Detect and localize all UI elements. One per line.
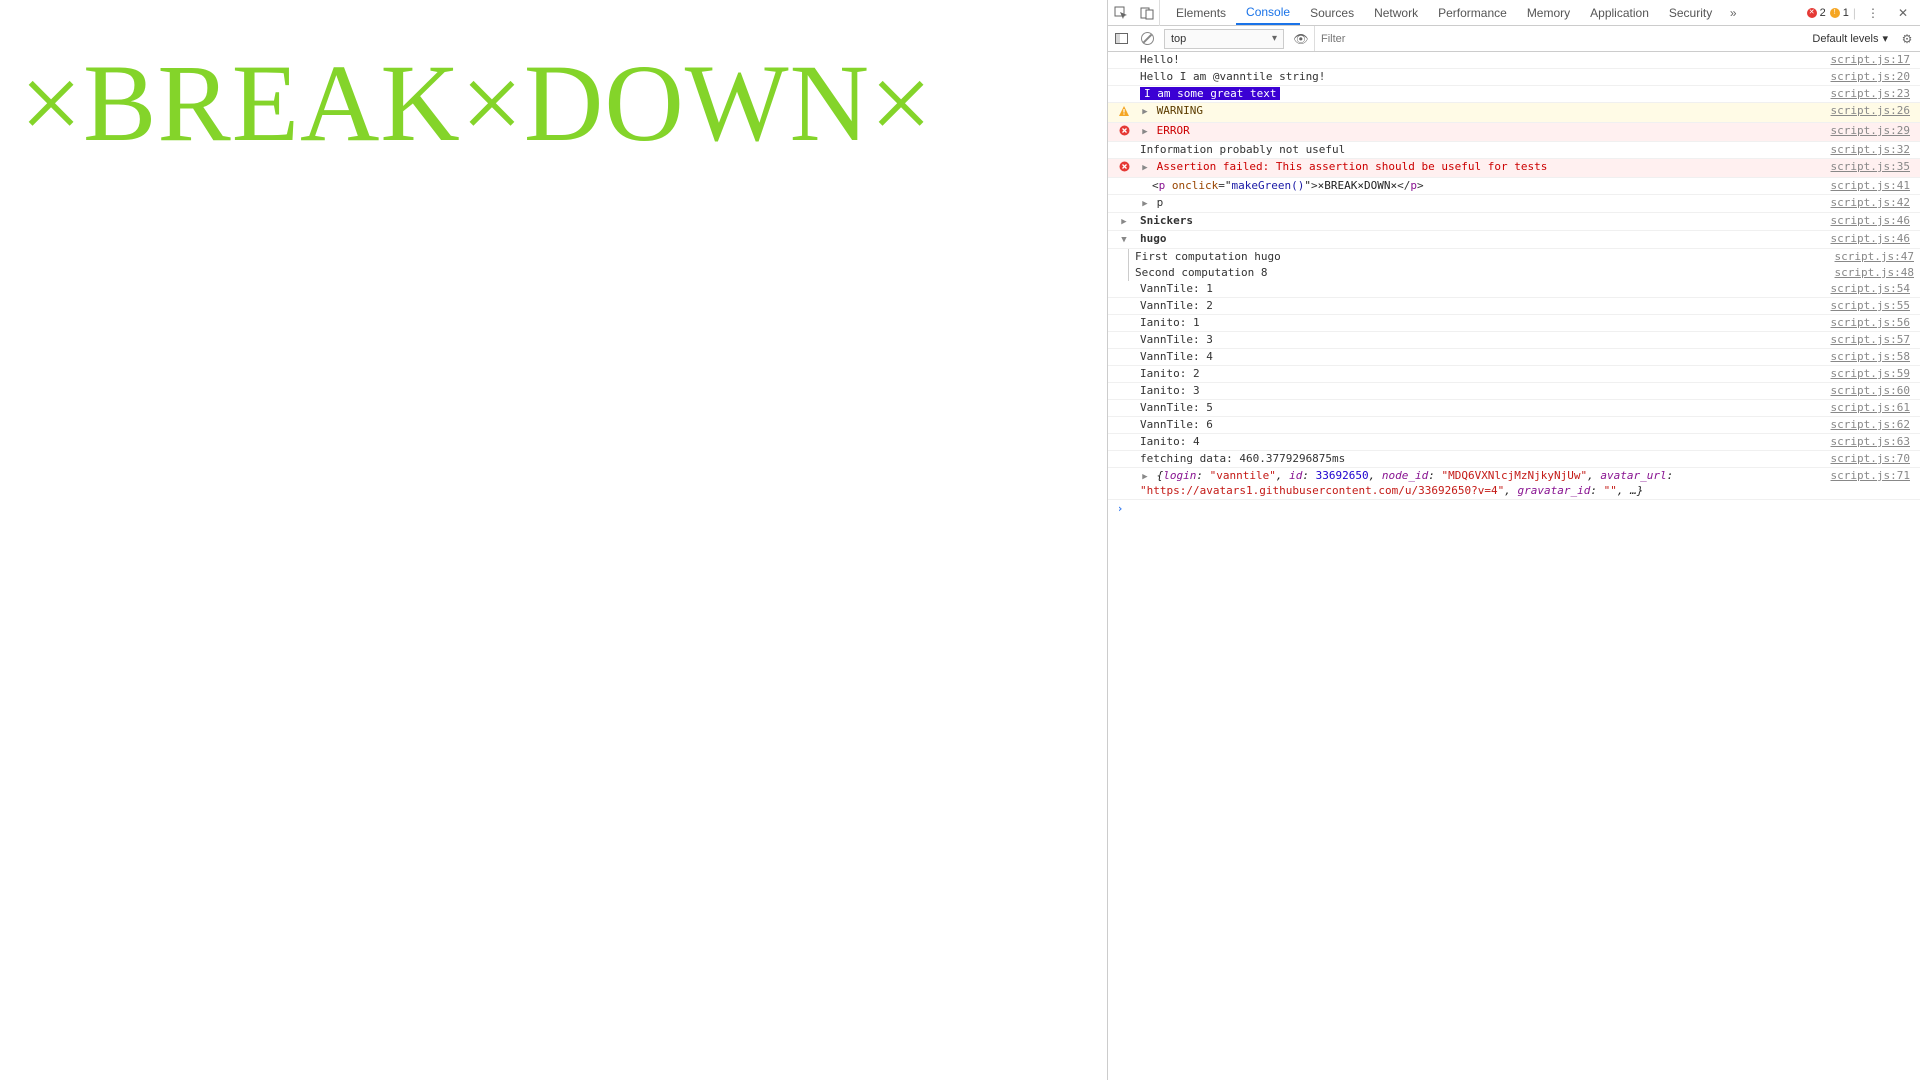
disclosure-triangle-icon[interactable]: ▶ xyxy=(1140,105,1150,119)
page-content: ×BREAK×DOWN× xyxy=(0,0,1107,1080)
source-link[interactable]: script.js:60 xyxy=(1831,384,1916,398)
log-row: VannTile: 4script.js:58 xyxy=(1108,349,1920,366)
log-row: ▶ ERRORscript.js:29 xyxy=(1108,123,1920,142)
log-row: Hello!script.js:17 xyxy=(1108,52,1920,69)
tab-memory[interactable]: Memory xyxy=(1517,0,1580,25)
log-row: Hello I am @vanntile string!script.js:20 xyxy=(1108,69,1920,86)
disclosure-triangle-icon[interactable]: ▶ xyxy=(1140,197,1150,211)
console-log-body[interactable]: Hello!script.js:17Hello I am @vanntile s… xyxy=(1108,52,1920,1080)
warning-icon xyxy=(1118,105,1130,121)
breakdown-heading[interactable]: ×BREAK×DOWN× xyxy=(20,40,1087,167)
prompt-chevron-icon: › xyxy=(1112,502,1128,516)
live-expression-icon[interactable] xyxy=(1288,26,1314,52)
source-link[interactable]: script.js:62 xyxy=(1831,418,1916,432)
sidebar-toggle-icon[interactable] xyxy=(1108,26,1134,52)
source-link[interactable]: script.js:54 xyxy=(1831,282,1916,296)
devtools-panel: ElementsConsoleSourcesNetworkPerformance… xyxy=(1107,0,1920,1080)
console-prompt[interactable]: › xyxy=(1108,500,1920,518)
tab-application[interactable]: Application xyxy=(1580,0,1659,25)
clear-console-icon[interactable] xyxy=(1134,26,1160,52)
log-row: fetching data: 460.3779296875msscript.js… xyxy=(1108,451,1920,468)
disclosure-triangle-icon[interactable]: ▶ xyxy=(1140,161,1150,175)
log-row: Ianito: 1script.js:56 xyxy=(1108,315,1920,332)
log-row: VannTile: 5script.js:61 xyxy=(1108,400,1920,417)
log-row: ▶ WARNINGscript.js:26 xyxy=(1108,103,1920,123)
devtools-tabbar: ElementsConsoleSourcesNetworkPerformance… xyxy=(1108,0,1920,26)
source-link[interactable]: script.js:46 xyxy=(1831,232,1916,246)
error-icon xyxy=(1119,125,1130,140)
log-row: VannTile: 2script.js:55 xyxy=(1108,298,1920,315)
log-row: ▶ {login: "vanntile", id: 33692650, node… xyxy=(1108,468,1920,500)
source-link[interactable]: script.js:29 xyxy=(1831,124,1916,138)
source-link[interactable]: script.js:55 xyxy=(1831,299,1916,313)
source-link[interactable]: script.js:46 xyxy=(1831,214,1916,228)
log-row: Ianito: 2script.js:59 xyxy=(1108,366,1920,383)
kebab-menu-icon[interactable]: ⋮ xyxy=(1860,0,1886,26)
tab-security[interactable]: Security xyxy=(1659,0,1722,25)
log-row: ▼hugoscript.js:46 xyxy=(1108,231,1920,249)
log-row: Ianito: 4script.js:63 xyxy=(1108,434,1920,451)
log-row: ▶Snickersscript.js:46 xyxy=(1108,213,1920,231)
disclosure-triangle-icon[interactable]: ▼ xyxy=(1119,233,1129,247)
log-row: VannTile: 6script.js:62 xyxy=(1108,417,1920,434)
source-link[interactable]: script.js:17 xyxy=(1831,53,1916,67)
settings-gear-icon[interactable]: ⚙ xyxy=(1894,32,1920,46)
source-link[interactable]: script.js:48 xyxy=(1835,266,1920,280)
source-link[interactable]: script.js:23 xyxy=(1831,87,1916,101)
warning-count-badge[interactable]: !1 xyxy=(1830,7,1849,19)
context-selector[interactable]: top xyxy=(1164,29,1284,49)
source-link[interactable]: script.js:57 xyxy=(1831,333,1916,347)
source-link[interactable]: script.js:70 xyxy=(1831,452,1916,466)
error-icon xyxy=(1119,161,1130,176)
tab-sources[interactable]: Sources xyxy=(1300,0,1364,25)
filter-input[interactable] xyxy=(1321,33,1800,45)
styled-log-text: I am some great text xyxy=(1140,87,1280,100)
log-row: VannTile: 1script.js:54 xyxy=(1108,281,1920,298)
log-row: I am some great text script.js:23 xyxy=(1108,86,1920,103)
tab-elements[interactable]: Elements xyxy=(1166,0,1236,25)
log-row: Second computation 8script.js:48 xyxy=(1129,265,1920,281)
inspect-icon[interactable] xyxy=(1108,0,1134,26)
close-devtools-icon[interactable]: ✕ xyxy=(1890,0,1916,26)
disclosure-triangle-icon[interactable]: ▶ xyxy=(1140,470,1150,484)
console-toolbar: top Default levels▾ ⚙ xyxy=(1108,26,1920,52)
source-link[interactable]: script.js:20 xyxy=(1831,70,1916,84)
source-link[interactable]: script.js:58 xyxy=(1831,350,1916,364)
tab-network[interactable]: Network xyxy=(1364,0,1428,25)
source-link[interactable]: script.js:59 xyxy=(1831,367,1916,381)
log-row: First computation hugoscript.js:47 xyxy=(1129,249,1920,265)
device-icon[interactable] xyxy=(1134,0,1160,26)
source-link[interactable]: script.js:42 xyxy=(1831,196,1916,210)
tabs-overflow-icon[interactable]: » xyxy=(1722,0,1744,26)
source-link[interactable]: script.js:32 xyxy=(1831,143,1916,157)
source-link[interactable]: script.js:35 xyxy=(1831,160,1916,174)
source-link[interactable]: script.js:26 xyxy=(1831,104,1916,118)
source-link[interactable]: script.js:41 xyxy=(1831,179,1916,193)
devtools-tabs: ElementsConsoleSourcesNetworkPerformance… xyxy=(1166,0,1722,25)
source-link[interactable]: script.js:63 xyxy=(1831,435,1916,449)
tab-performance[interactable]: Performance xyxy=(1428,0,1517,25)
error-count-badge[interactable]: ✕2 xyxy=(1807,7,1826,19)
source-link[interactable]: script.js:56 xyxy=(1831,316,1916,330)
log-row: <p onclick="makeGreen()">×BREAK×DOWN×</p… xyxy=(1108,178,1920,195)
filter-box[interactable] xyxy=(1314,26,1806,51)
disclosure-triangle-icon[interactable]: ▶ xyxy=(1119,215,1129,229)
log-levels-selector[interactable]: Default levels▾ xyxy=(1806,32,1894,45)
source-link[interactable]: script.js:61 xyxy=(1831,401,1916,415)
log-row: ▶ pscript.js:42 xyxy=(1108,195,1920,213)
log-row: Ianito: 3script.js:60 xyxy=(1108,383,1920,400)
tab-console[interactable]: Console xyxy=(1236,0,1300,25)
log-group-body: First computation hugoscript.js:47Second… xyxy=(1128,249,1920,281)
log-row: VannTile: 3script.js:57 xyxy=(1108,332,1920,349)
log-row: ▶ Assertion failed: This assertion shoul… xyxy=(1108,159,1920,178)
disclosure-triangle-icon[interactable]: ▶ xyxy=(1140,125,1150,139)
source-link[interactable]: script.js:71 xyxy=(1831,469,1916,483)
log-row: Information probably not usefulscript.js… xyxy=(1108,142,1920,159)
source-link[interactable]: script.js:47 xyxy=(1835,250,1920,264)
